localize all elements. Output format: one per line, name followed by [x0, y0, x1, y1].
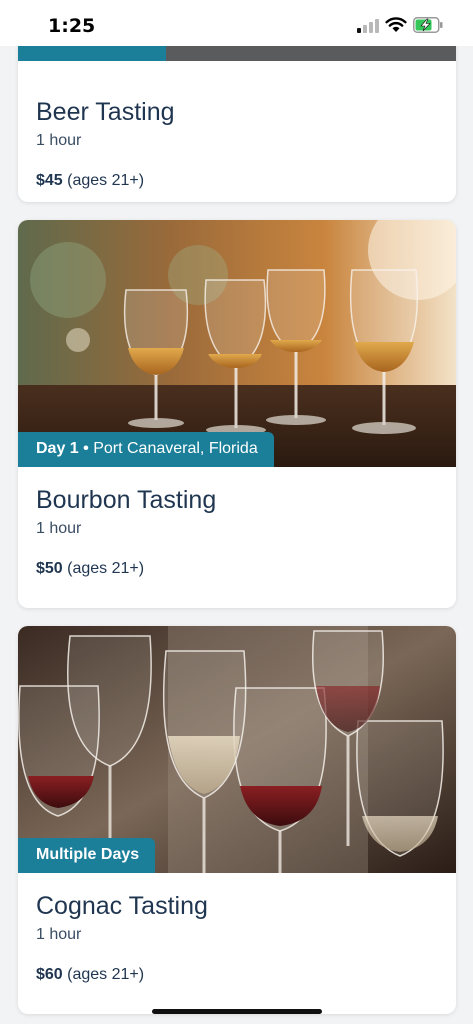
- badge-separator: •: [83, 440, 94, 457]
- card-price: $60 (ages 21+): [36, 966, 438, 984]
- card-price: $45 (ages 21+): [36, 172, 438, 190]
- wifi-icon: [385, 17, 407, 33]
- experiences-list[interactable]: Beer Tasting 1 hour $45 (ages 21+) Day 1…: [0, 0, 473, 1024]
- price-amount: $50: [36, 560, 63, 577]
- card-title: Cognac Tasting: [36, 892, 208, 920]
- price-note: (ages 21+): [67, 172, 145, 189]
- card-duration: 1 hour: [36, 520, 82, 537]
- price-note: (ages 21+): [67, 966, 145, 983]
- card-title: Beer Tasting: [36, 98, 175, 126]
- bourbon-glasses-image: Day 1 • Port Canaveral, Florida: [18, 220, 456, 467]
- home-indicator[interactable]: [152, 1009, 322, 1014]
- price-amount: $60: [36, 966, 63, 983]
- badge-location: Port Canaveral, Florida: [93, 440, 258, 457]
- experience-card-beer-tasting[interactable]: Beer Tasting 1 hour $45 (ages 21+): [18, 22, 456, 202]
- price-amount: $45: [36, 172, 63, 189]
- price-note: (ages 21+): [67, 560, 145, 577]
- experience-card-cognac-tasting[interactable]: Multiple Days Cognac Tasting 1 hour $60 …: [18, 626, 456, 1014]
- card-title: Bourbon Tasting: [36, 486, 217, 514]
- cellular-signal-icon: [357, 19, 379, 33]
- battery-charging-icon: [413, 17, 443, 33]
- cognac-glasses-image: Multiple Days: [18, 626, 456, 873]
- date-badge: Multiple Days: [18, 838, 156, 873]
- status-bar: 1:25: [0, 0, 473, 46]
- status-time: 1:25: [48, 15, 96, 37]
- card-duration: 1 hour: [36, 926, 82, 943]
- date-location-badge: Day 1 • Port Canaveral, Florida: [18, 432, 274, 467]
- badge-day: Day 1: [36, 440, 79, 457]
- card-price: $50 (ages 21+): [36, 560, 438, 578]
- card-duration: 1 hour: [36, 132, 82, 149]
- experience-card-bourbon-tasting[interactable]: Day 1 • Port Canaveral, Florida Bourbon …: [18, 220, 456, 608]
